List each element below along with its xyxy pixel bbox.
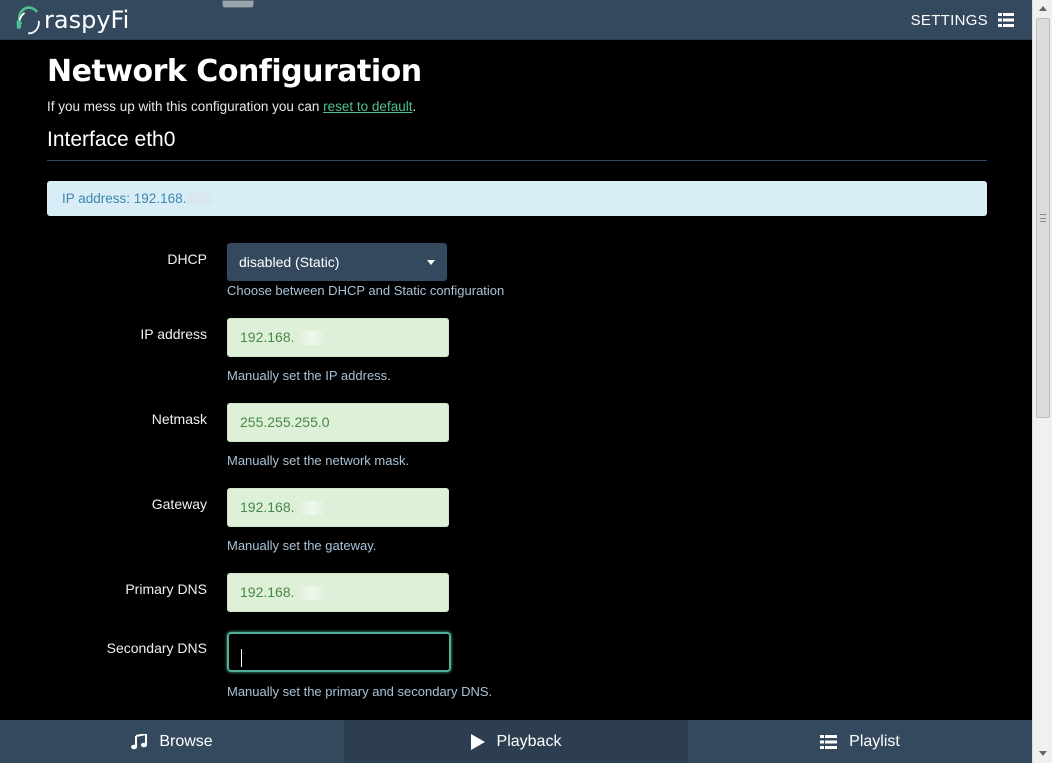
- grip-icon: [1040, 214, 1046, 222]
- tab-browse[interactable]: Browse: [0, 720, 344, 763]
- netmask-label: Netmask: [151, 411, 207, 427]
- intro-text-body: If you mess up with this configuration y…: [47, 99, 324, 114]
- gateway-control: 192.168.: [227, 488, 449, 527]
- reset-to-default-link[interactable]: reset to default: [323, 99, 412, 114]
- secondary-dns-label: Secondary DNS: [106, 640, 207, 656]
- page-title: Network Configuration: [47, 54, 422, 89]
- main-content: Network Configuration If you mess up wit…: [47, 40, 987, 216]
- primary-dns-input[interactable]: 192.168.: [227, 573, 449, 612]
- redacted-value: [186, 193, 213, 206]
- dns-help: Manually set the primary and secondary D…: [227, 684, 493, 699]
- intro-text-end: .: [412, 99, 417, 114]
- primary-dns-label: Primary DNS: [125, 581, 207, 597]
- redacted-value: [294, 586, 329, 601]
- intro-text: If you mess up with this configuration y…: [47, 99, 987, 114]
- ip-address-value: 192.168.: [240, 329, 295, 345]
- app-logo[interactable]: raspyFi: [14, 2, 129, 38]
- interface-heading: Interface eth0: [47, 128, 987, 161]
- netmask-help: Manually set the network mask.: [227, 453, 410, 468]
- play-icon: [470, 733, 485, 750]
- secondary-dns-control: [227, 632, 451, 672]
- scrollbar-thumb[interactable]: [1036, 18, 1050, 418]
- tab-playlist-label: Playlist: [849, 732, 900, 750]
- list-icon: [998, 13, 1014, 27]
- gateway-input[interactable]: 192.168.: [227, 488, 449, 527]
- scroll-down-arrow-icon[interactable]: [1035, 747, 1051, 761]
- tab-browse-label: Browse: [159, 732, 213, 750]
- primary-dns-value: 192.168.: [240, 584, 295, 600]
- dhcp-help: Choose between DHCP and Static configura…: [227, 283, 505, 298]
- text-cursor: [241, 649, 242, 668]
- ip-address-help: Manually set the IP address.: [227, 368, 391, 383]
- gateway-label: Gateway: [151, 496, 207, 512]
- netmask-value: 255.255.255.0: [240, 414, 330, 430]
- alert-text: IP address: 192.168.: [62, 191, 187, 206]
- netmask-control: 255.255.255.0: [227, 403, 449, 442]
- headphone-logo-icon: [16, 6, 40, 35]
- chevron-down-icon: [427, 260, 435, 265]
- dhcp-select-value: disabled (Static): [239, 254, 340, 270]
- ip-address-input[interactable]: 192.168.: [227, 318, 449, 357]
- dhcp-control: disabled (Static): [227, 243, 447, 281]
- tab-playback[interactable]: Playback: [344, 720, 688, 763]
- dhcp-label: DHCP: [167, 251, 207, 267]
- primary-dns-control: 192.168.: [227, 573, 449, 612]
- gateway-help: Manually set the gateway.: [227, 538, 377, 553]
- netmask-input[interactable]: 255.255.255.0: [227, 403, 449, 442]
- vertical-scrollbar[interactable]: [1032, 0, 1052, 763]
- logo-text: raspyFi: [44, 6, 130, 34]
- bottom-nav-bar: Browse Playback Playlist: [0, 720, 1032, 763]
- settings-menu-button[interactable]: SETTINGS: [911, 0, 1014, 40]
- secondary-dns-input[interactable]: [227, 632, 451, 672]
- settings-label: SETTINGS: [910, 11, 988, 29]
- top-bar: raspyFi SETTINGS: [0, 0, 1032, 40]
- dhcp-select[interactable]: disabled (Static): [227, 243, 447, 281]
- tab-playback-label: Playback: [496, 732, 562, 750]
- scroll-up-arrow-icon[interactable]: [1035, 2, 1051, 16]
- ip-address-control: 192.168.: [227, 318, 449, 357]
- music-note-icon: [131, 733, 148, 749]
- tab-playlist[interactable]: Playlist: [688, 720, 1032, 763]
- window-grip: [222, 0, 254, 8]
- gateway-value: 192.168.: [240, 499, 295, 515]
- ip-address-label: IP address: [140, 326, 207, 342]
- playlist-icon: [820, 734, 838, 749]
- redacted-value: [294, 331, 329, 346]
- redacted-value: [294, 501, 329, 516]
- ip-address-alert: IP address: 192.168.: [47, 181, 987, 216]
